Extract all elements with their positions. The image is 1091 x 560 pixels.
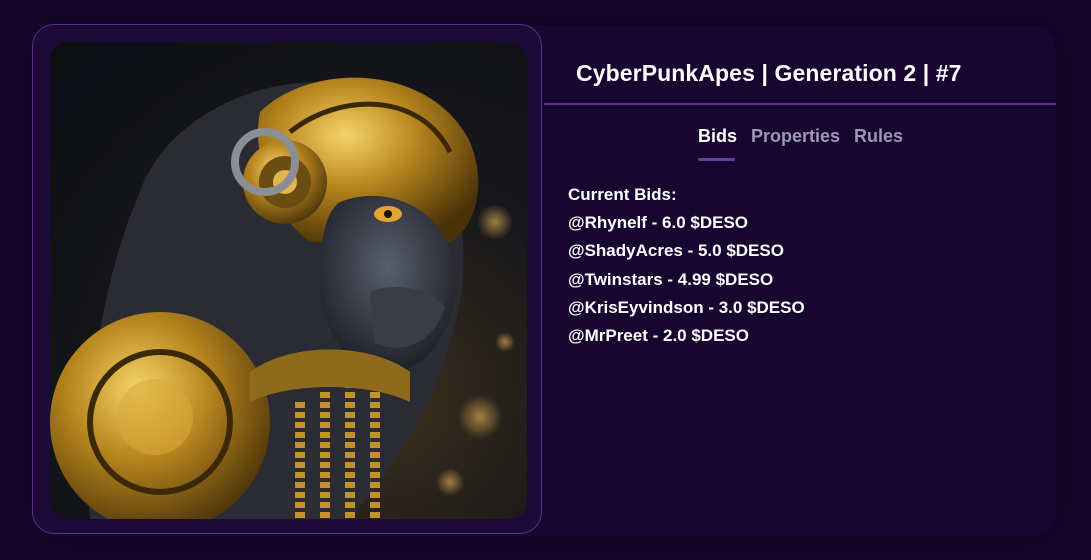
cyberpunk-ape-illustration bbox=[50, 77, 515, 519]
bid-item: @ShadyAcres - 5.0 $DESO bbox=[568, 241, 784, 261]
bid-item: @KrisEyvindson - 3.0 $DESO bbox=[568, 297, 805, 317]
nft-title: CyberPunkApes | Generation 2 | #7 bbox=[576, 60, 962, 86]
tab-bids[interactable]: Bids bbox=[698, 126, 737, 147]
bid-item: @MrPreet - 2.0 $DESO bbox=[568, 326, 749, 346]
bid-item: @Twinstars - 4.99 $DESO bbox=[568, 269, 774, 289]
bids-heading: Current Bids: bbox=[568, 185, 677, 204]
title-divider bbox=[544, 103, 1056, 105]
tab-properties[interactable]: Properties bbox=[751, 126, 840, 147]
active-tab-indicator bbox=[698, 158, 735, 161]
nft-image[interactable] bbox=[50, 42, 527, 519]
tab-rules[interactable]: Rules bbox=[854, 126, 903, 147]
nft-info-panel: CyberPunkApes | Generation 2 | #7 Bids P… bbox=[544, 26, 1056, 536]
nft-image-frame bbox=[32, 24, 542, 534]
page: CyberPunkApes | Generation 2 | #7 Bids P… bbox=[0, 0, 1091, 560]
bids-list: Current Bids: @Rhynelf - 6.0 $DESO @Shad… bbox=[568, 181, 805, 350]
bid-item: @Rhynelf - 6.0 $DESO bbox=[568, 213, 749, 233]
tab-bar: Bids Properties Rules bbox=[544, 126, 1056, 166]
